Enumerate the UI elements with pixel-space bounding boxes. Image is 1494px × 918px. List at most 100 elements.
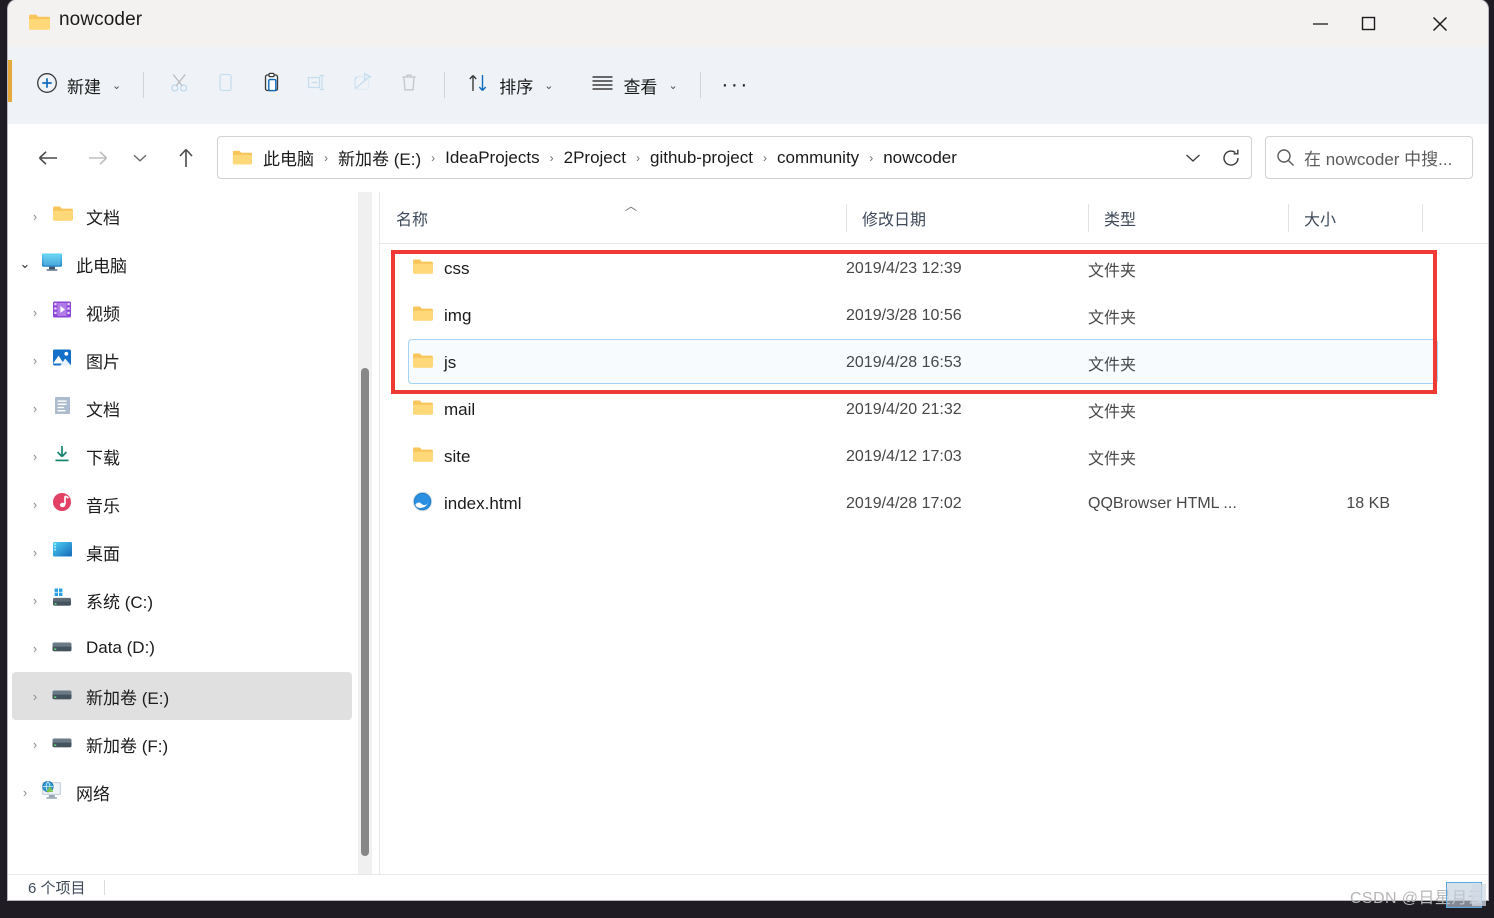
documents-icon [53, 396, 72, 420]
table-row[interactable]: index.html 2019/4/28 17:02 QQBrowser HTML … [380, 480, 1488, 527]
delete-button[interactable] [386, 65, 432, 105]
close-button[interactable] [1416, 0, 1464, 47]
file-name-cell[interactable]: index.html [412, 491, 521, 517]
sidebar-item-label: Data (D:) [86, 638, 155, 657]
recent-locations-button[interactable] [126, 138, 154, 178]
up-button[interactable] [166, 138, 206, 178]
chevron-right-icon[interactable]: › [22, 545, 48, 560]
rename-icon [306, 72, 328, 98]
breadcrumb-item-5[interactable]: community [772, 145, 864, 171]
sidebar-item-2[interactable]: › 视频 [12, 288, 352, 336]
sidebar-item-icon [48, 444, 76, 469]
column-header-name[interactable]: 名称 [380, 192, 846, 243]
folder-yellow-icon [412, 305, 433, 327]
sidebar-item-icon [48, 396, 76, 420]
chevron-right-icon[interactable]: › [12, 785, 38, 800]
ellipsis-icon: ··· [721, 73, 750, 96]
file-name-label: img [444, 305, 472, 325]
sidebar-item-icon [48, 541, 76, 563]
table-row[interactable]: site 2019/4/12 17:03 文件夹 [380, 433, 1488, 480]
qqbrowser-icon [412, 491, 433, 517]
chevron-right-icon[interactable]: › [22, 641, 48, 656]
forward-button[interactable] [78, 138, 118, 178]
chevron-down-icon[interactable]: ⌄ [12, 256, 38, 272]
breadcrumb-item-6[interactable]: nowcoder [878, 145, 962, 171]
back-button[interactable] [28, 138, 68, 178]
column-header-size[interactable]: 大小 [1288, 192, 1422, 243]
maximize-button[interactable] [1344, 0, 1392, 47]
breadcrumb[interactable]: 此电脑 › 新加卷 (E:) › IdeaProjects › 2Project › githu… [217, 136, 1252, 179]
breadcrumb-dropdown-button[interactable] [1175, 153, 1211, 163]
sidebar-item-8[interactable]: › 系统 (C:) [12, 576, 352, 624]
cut-button[interactable] [156, 65, 202, 105]
search-input[interactable]: 在 nowcoder 中搜... [1265, 136, 1473, 179]
file-name-label: css [444, 258, 470, 278]
rename-button[interactable] [294, 65, 340, 105]
file-date-cell: 2019/4/20 21:32 [846, 400, 962, 418]
file-name-cell[interactable]: mail [412, 399, 475, 421]
chevron-right-icon[interactable]: › [22, 209, 48, 224]
breadcrumb-item-4[interactable]: github-project [645, 145, 758, 171]
file-name-label: index.html [444, 493, 522, 513]
chevron-right-icon[interactable]: › [22, 353, 48, 368]
chevron-right-icon[interactable]: › [22, 689, 48, 704]
file-name-cell[interactable]: site [412, 446, 470, 468]
navigation-pane[interactable]: › 文档 ⌄ 此电脑 › 视频 › 图片 › 文档 › 下载 › 音乐 › 桌面… [8, 192, 356, 874]
chevron-right-icon[interactable]: › [22, 497, 48, 512]
refresh-button[interactable] [1211, 148, 1251, 168]
file-explorer-window: nowcoder 新建 ⌄ 排序 ⌄ 查看 ⌄ ··· 此电脑 › 新加卷 (E… [8, 0, 1488, 900]
sidebar-item-6[interactable]: › 音乐 [12, 480, 352, 528]
share-button[interactable] [340, 65, 386, 105]
table-row[interactable]: img 2019/3/28 10:56 文件夹 [380, 292, 1488, 339]
more-options-button[interactable]: ··· [713, 65, 759, 105]
minimize-button[interactable] [1296, 0, 1344, 47]
table-row[interactable]: mail 2019/4/20 21:32 文件夹 [380, 386, 1488, 433]
breadcrumb-item-2[interactable]: IdeaProjects [440, 145, 545, 171]
view-button[interactable]: 查看 ⌄ [581, 65, 687, 105]
table-row[interactable]: js 2019/4/28 16:53 文件夹 [380, 339, 1488, 386]
sidebar-item-11[interactable]: › 新加卷 (F:) [12, 720, 352, 768]
breadcrumb-separator: › [635, 150, 640, 165]
paste-button[interactable] [248, 65, 294, 105]
new-button[interactable]: 新建 ⌄ [26, 65, 131, 105]
divider [699, 72, 701, 98]
sidebar-item-0[interactable]: › 文档 [12, 192, 352, 240]
copy-button[interactable] [202, 65, 248, 105]
sort-ascending-icon: ︿ [625, 199, 638, 213]
sidebar-item-1[interactable]: ⌄ 此电脑 [12, 240, 352, 288]
breadcrumb-item-1[interactable]: 新加卷 (E:) [333, 142, 426, 173]
sidebar-item-10[interactable]: › 新加卷 (E:) [12, 672, 352, 720]
sidebar-item-7[interactable]: › 桌面 [12, 528, 352, 576]
column-header-date[interactable]: 修改日期 [846, 192, 1088, 243]
file-name-cell[interactable]: css [412, 258, 470, 280]
breadcrumb-items: 此电脑 › 新加卷 (E:) › IdeaProjects › 2Project › githu… [258, 142, 1175, 173]
file-type-cell: 文件夹 [1088, 356, 1137, 374]
file-type-cell: 文件夹 [1088, 450, 1137, 468]
sidebar-item-9[interactable]: › Data (D:) [12, 624, 352, 672]
chevron-right-icon[interactable]: › [22, 593, 48, 608]
chevron-right-icon[interactable]: › [22, 737, 48, 752]
column-header-size-label: 大小 [1304, 211, 1337, 229]
sidebar-scrollbar-thumb[interactable] [361, 368, 369, 856]
sidebar-item-4[interactable]: › 文档 [12, 384, 352, 432]
folder-yellow-icon [52, 205, 73, 227]
breadcrumb-item-0[interactable]: 此电脑 [258, 142, 319, 173]
chevron-right-icon[interactable]: › [22, 401, 48, 416]
sidebar-item-label: 下载 [86, 448, 120, 468]
file-name-cell[interactable]: js [412, 352, 456, 374]
breadcrumb-item-3[interactable]: 2Project [559, 145, 631, 171]
table-row[interactable]: css 2019/4/23 12:39 文件夹 [380, 245, 1488, 292]
column-header-type[interactable]: 类型 [1088, 192, 1288, 243]
sidebar-item-label: 系统 (C:) [86, 592, 154, 612]
sidebar-item-label: 视频 [86, 304, 120, 324]
file-name-cell[interactable]: img [412, 305, 471, 327]
sidebar-item-icon [48, 735, 76, 754]
column-divider[interactable] [1422, 204, 1423, 232]
sidebar-item-3[interactable]: › 图片 [12, 336, 352, 384]
sidebar-item-12[interactable]: › 网络 [12, 768, 352, 816]
downloads-icon [52, 444, 72, 469]
sidebar-item-5[interactable]: › 下载 [12, 432, 352, 480]
sort-button[interactable]: 排序 ⌄ [457, 65, 563, 105]
chevron-right-icon[interactable]: › [22, 305, 48, 320]
chevron-right-icon[interactable]: › [22, 449, 48, 464]
